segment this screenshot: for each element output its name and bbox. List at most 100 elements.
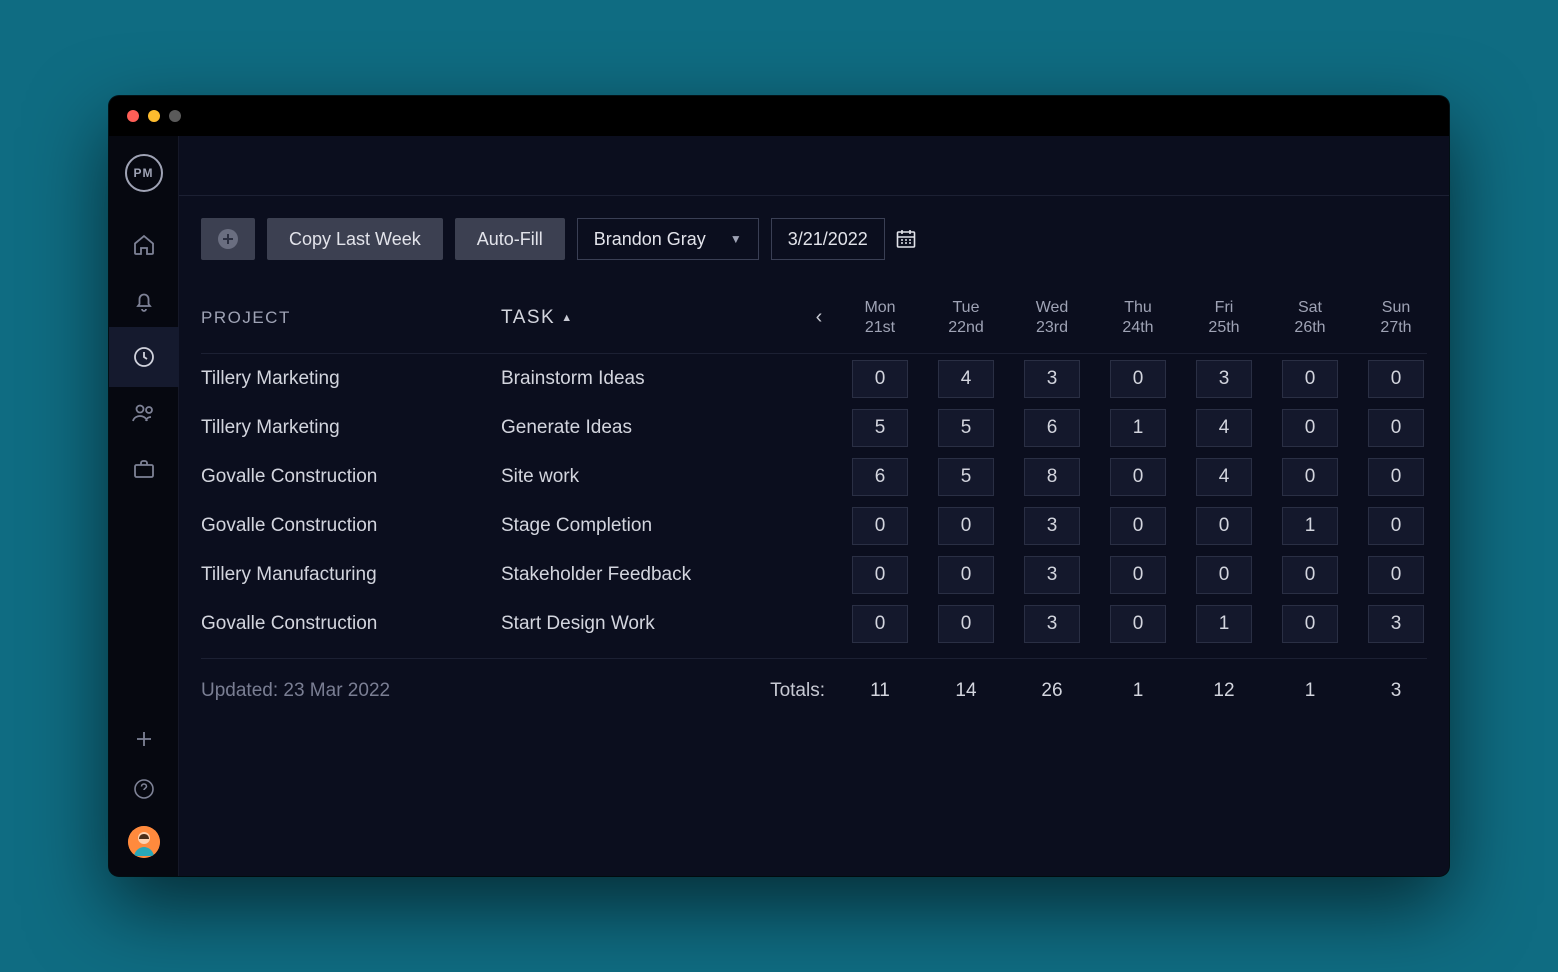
help-icon[interactable]	[131, 776, 157, 802]
sidebar: PM	[109, 136, 179, 876]
table-row: Govalle ConstructionSite work6580400	[201, 452, 1427, 501]
hours-cell[interactable]: 0	[1196, 507, 1252, 545]
hours-cell[interactable]: 4	[1196, 458, 1252, 496]
task-cell: Stage Completion	[501, 515, 801, 537]
hours-cell[interactable]: 0	[1282, 409, 1338, 447]
hours-cell[interactable]: 0	[1110, 605, 1166, 643]
hours-cell[interactable]: 0	[938, 507, 994, 545]
hours-cell[interactable]: 8	[1024, 458, 1080, 496]
hours-cell[interactable]: 0	[938, 556, 994, 594]
hours-cell[interactable]: 0	[1368, 458, 1424, 496]
hours-cell[interactable]: 0	[852, 556, 908, 594]
hours-cell[interactable]: 3	[1368, 605, 1424, 643]
window-controls	[127, 110, 181, 122]
hours-cell[interactable]: 3	[1196, 360, 1252, 398]
total-cell: 26	[1009, 680, 1095, 702]
hours-cell[interactable]: 4	[1196, 409, 1252, 447]
hours-cell[interactable]: 0	[1368, 556, 1424, 594]
totals-label: Totals:	[501, 680, 837, 702]
bell-icon[interactable]	[131, 288, 157, 314]
day-header: Sat26th	[1267, 298, 1353, 338]
hours-cell[interactable]: 1	[1282, 507, 1338, 545]
close-dot[interactable]	[127, 110, 139, 122]
hours-cell[interactable]: 0	[1368, 507, 1424, 545]
timesheet: PROJECT TASK ▲ ‹ Mon21stTue22ndWed23rdTh…	[179, 282, 1449, 722]
project-cell: Govalle Construction	[201, 613, 501, 635]
hours-cell[interactable]: 6	[852, 458, 908, 496]
hours-cell[interactable]: 0	[1196, 556, 1252, 594]
hours-cell[interactable]: 6	[1024, 409, 1080, 447]
hours-cell[interactable]: 0	[1110, 556, 1166, 594]
briefcase-icon[interactable]	[131, 456, 157, 482]
app-logo[interactable]: PM	[125, 154, 163, 192]
chevron-down-icon: ▼	[730, 232, 742, 246]
hours-cell[interactable]: 0	[1282, 360, 1338, 398]
total-cell: 14	[923, 680, 1009, 702]
hours-cell[interactable]: 1	[1110, 409, 1166, 447]
hours-cell[interactable]: 0	[852, 605, 908, 643]
minimize-dot[interactable]	[148, 110, 160, 122]
calendar-icon[interactable]	[893, 226, 919, 252]
total-cell: 1	[1095, 680, 1181, 702]
hours-cell[interactable]: 0	[1368, 360, 1424, 398]
table-row: Govalle ConstructionStart Design Work003…	[201, 599, 1427, 648]
total-cell: 11	[837, 680, 923, 702]
hours-cell[interactable]: 0	[1110, 507, 1166, 545]
header-project: PROJECT	[201, 308, 501, 328]
hours-cell[interactable]: 3	[1024, 556, 1080, 594]
hours-cell[interactable]: 3	[1024, 605, 1080, 643]
app-window: PM	[109, 96, 1449, 876]
day-header: Fri25th	[1181, 298, 1267, 338]
task-cell: Brainstorm Ideas	[501, 368, 801, 390]
task-cell: Site work	[501, 466, 801, 488]
user-avatar[interactable]	[128, 826, 160, 858]
day-header: Sun27th	[1353, 298, 1439, 338]
table-row: Tillery MarketingGenerate Ideas5561400	[201, 403, 1427, 452]
plus-icon[interactable]	[131, 726, 157, 752]
toolbar: Copy Last Week Auto-Fill Brandon Gray ▼ …	[179, 196, 1449, 282]
table-body: Tillery MarketingBrainstorm Ideas0430300…	[201, 354, 1427, 648]
main-content: Copy Last Week Auto-Fill Brandon Gray ▼ …	[179, 136, 1449, 876]
hours-cell[interactable]: 1	[1196, 605, 1252, 643]
hours-cell[interactable]: 5	[852, 409, 908, 447]
hours-cell[interactable]: 4	[938, 360, 994, 398]
day-header: Thu24th	[1095, 298, 1181, 338]
user-select[interactable]: Brandon Gray ▼	[577, 218, 759, 260]
hours-cell[interactable]: 0	[1110, 360, 1166, 398]
titlebar	[109, 96, 1449, 136]
auto-fill-button[interactable]: Auto-Fill	[455, 218, 565, 260]
hours-cell[interactable]: 3	[1024, 507, 1080, 545]
hours-cell[interactable]: 5	[938, 409, 994, 447]
maximize-dot[interactable]	[169, 110, 181, 122]
project-cell: Tillery Marketing	[201, 368, 501, 390]
hours-cell[interactable]: 0	[852, 360, 908, 398]
hours-cell[interactable]: 3	[1024, 360, 1080, 398]
total-cell: 1	[1267, 680, 1353, 702]
hours-cell[interactable]: 0	[938, 605, 994, 643]
hours-cell[interactable]: 0	[1110, 458, 1166, 496]
table-row: Tillery ManufacturingStakeholder Feedbac…	[201, 550, 1427, 599]
hours-cell[interactable]: 0	[1282, 556, 1338, 594]
hours-cell[interactable]: 0	[1282, 458, 1338, 496]
day-header: Tue22nd	[923, 298, 1009, 338]
updated-text: Updated: 23 Mar 2022	[201, 680, 501, 702]
people-icon[interactable]	[131, 400, 157, 426]
hours-cell[interactable]: 0	[1368, 409, 1424, 447]
copy-last-week-button[interactable]: Copy Last Week	[267, 218, 443, 260]
timesheet-icon[interactable]	[109, 327, 179, 387]
header-band	[179, 136, 1449, 196]
hours-cell[interactable]: 0	[852, 507, 908, 545]
table-footer: Updated: 23 Mar 2022 Totals: 11142611213	[201, 658, 1427, 722]
sort-asc-icon: ▲	[561, 312, 573, 324]
hours-cell[interactable]: 0	[1282, 605, 1338, 643]
user-select-value: Brandon Gray	[594, 229, 706, 250]
hours-cell[interactable]: 5	[938, 458, 994, 496]
task-cell: Generate Ideas	[501, 417, 801, 439]
home-icon[interactable]	[131, 232, 157, 258]
add-row-button[interactable]	[201, 218, 255, 260]
prev-week-button[interactable]: ‹	[801, 306, 837, 329]
day-header: Mon21st	[837, 298, 923, 338]
week-date-input[interactable]: 3/21/2022	[771, 218, 885, 260]
header-task[interactable]: TASK ▲	[501, 307, 801, 329]
total-cell: 3	[1353, 680, 1439, 702]
